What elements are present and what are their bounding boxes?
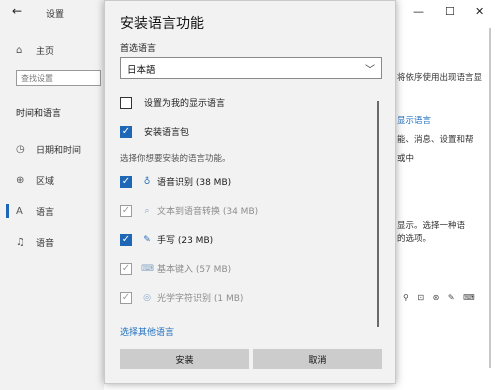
close-button[interactable]: ✕: [475, 5, 484, 18]
microphone-icon: ♁: [143, 176, 151, 187]
display-language-link[interactable]: 显示语言: [397, 114, 431, 126]
features-hint: 选择你想要安装的语言功能。: [120, 154, 231, 164]
settings-sidebar: ← 设置 ⌂ 主页 查找设置 时间和语言 ◷ 日期和时间 ⊕ 区域 A 语言 ♫…: [0, 0, 104, 390]
back-arrow-icon[interactable]: ←: [12, 4, 22, 18]
preferred-language-label: 首选语言: [120, 44, 157, 54]
description-text: 能、消息、设置和帮: [397, 135, 474, 145]
checkbox[interactable]: [120, 96, 132, 109]
checkbox-disabled: ✓: [120, 262, 132, 275]
globe-icon: ⊕: [16, 175, 25, 186]
feature-label: 光学字符识别 (1 MB): [157, 294, 244, 304]
description-text: 或中: [397, 154, 415, 164]
choose-other-language-link[interactable]: 选择其他语言: [120, 325, 174, 338]
maximize-button[interactable]: ☐: [445, 5, 455, 18]
set-display-language-option[interactable]: 设置为我的显示语言: [120, 96, 225, 109]
install-language-dialog: 安装语言功能 首选语言 日本語 ﹀ 设置为我的显示语言 ✓ 安装语言包 选择你想…: [104, 0, 396, 384]
section-heading: 时间和语言: [16, 109, 62, 119]
feature-label: 手写 (23 MB): [157, 236, 214, 246]
install-language-pack-option[interactable]: ✓ 安装语言包: [120, 125, 189, 138]
sidebar-item-language[interactable]: A 语言: [16, 205, 54, 218]
speech-bubble-icon: ⌕: [144, 205, 150, 216]
install-button[interactable]: 安装: [120, 349, 249, 369]
minimize-button[interactable]: —: [413, 5, 424, 18]
chevron-down-icon: ﹀: [365, 65, 375, 76]
sidebar-item-label: 语音: [36, 239, 55, 249]
feature-ocr: ✓ ◎ 光学字符识别 (1 MB): [120, 291, 243, 304]
sidebar-item-label: 区域: [36, 177, 55, 187]
feature-handwriting[interactable]: ✓ ✎ 手写 (23 MB): [120, 233, 213, 246]
preferred-language-dropdown[interactable]: 日本語 ﹀: [120, 57, 382, 79]
sidebar-item-home[interactable]: ⌂ 主页: [16, 44, 54, 57]
option-label: 安装语言包: [144, 128, 190, 138]
ocr-icon: ◎: [143, 292, 151, 303]
feature-label: 语音识别 (38 MB): [157, 178, 232, 188]
feature-speech-recognition[interactable]: ✓ ♁ 语音识别 (38 MB): [120, 175, 231, 188]
sidebar-item-label: 主页: [36, 47, 55, 57]
keyboard-icon: ⌨: [141, 263, 154, 274]
checkbox-checked[interactable]: ✓: [120, 125, 132, 138]
sidebar-item-region[interactable]: ⊕ 区域: [16, 174, 54, 187]
dialog-title: 安装语言功能: [120, 16, 204, 32]
dropdown-value: 日本語: [127, 65, 156, 76]
checkbox-checked[interactable]: ✓: [120, 233, 132, 246]
features-scrollbar[interactable]: [377, 101, 379, 327]
sidebar-item-speech[interactable]: ♫ 语音: [16, 236, 54, 249]
option-label: 设置为我的显示语言: [144, 99, 226, 109]
feature-basic-typing: ✓ ⌨ 基本键入 (57 MB): [120, 262, 231, 275]
settings-search-input[interactable]: 查找设置: [16, 70, 101, 86]
checkbox-checked[interactable]: ✓: [120, 175, 132, 188]
microphone-icon: ♫: [16, 237, 25, 248]
cancel-button[interactable]: 取消: [253, 349, 382, 369]
checkbox-disabled: ✓: [120, 291, 132, 304]
home-icon: ⌂: [16, 45, 23, 56]
active-indicator: [6, 204, 9, 218]
feature-label: 文本到语音转换 (34 MB): [157, 207, 259, 217]
checkbox-disabled: ✓: [120, 204, 132, 217]
description-text: 的选项。: [397, 234, 432, 244]
sidebar-item-label: 日期和时间: [36, 146, 82, 156]
sidebar-item-label: 语言: [36, 208, 55, 218]
pen-icon: ✎: [143, 234, 151, 245]
sidebar-item-date-time[interactable]: ◷ 日期和时间: [16, 143, 81, 156]
language-icon: A: [16, 206, 23, 217]
description-text: 显示。选择一种语: [397, 221, 466, 231]
feature-icons-row: ⚲ ⊡ ⊛ ✎ ⌨: [403, 293, 478, 302]
description-text: 将依序使用出现语言显: [397, 73, 483, 83]
feature-label: 基本键入 (57 MB): [157, 265, 232, 275]
settings-scrollbar[interactable]: [489, 28, 491, 368]
clock-icon: ◷: [16, 144, 25, 155]
feature-text-to-speech: ✓ ⌕ 文本到语音转换 (34 MB): [120, 204, 258, 217]
app-title: 设置: [46, 10, 65, 20]
